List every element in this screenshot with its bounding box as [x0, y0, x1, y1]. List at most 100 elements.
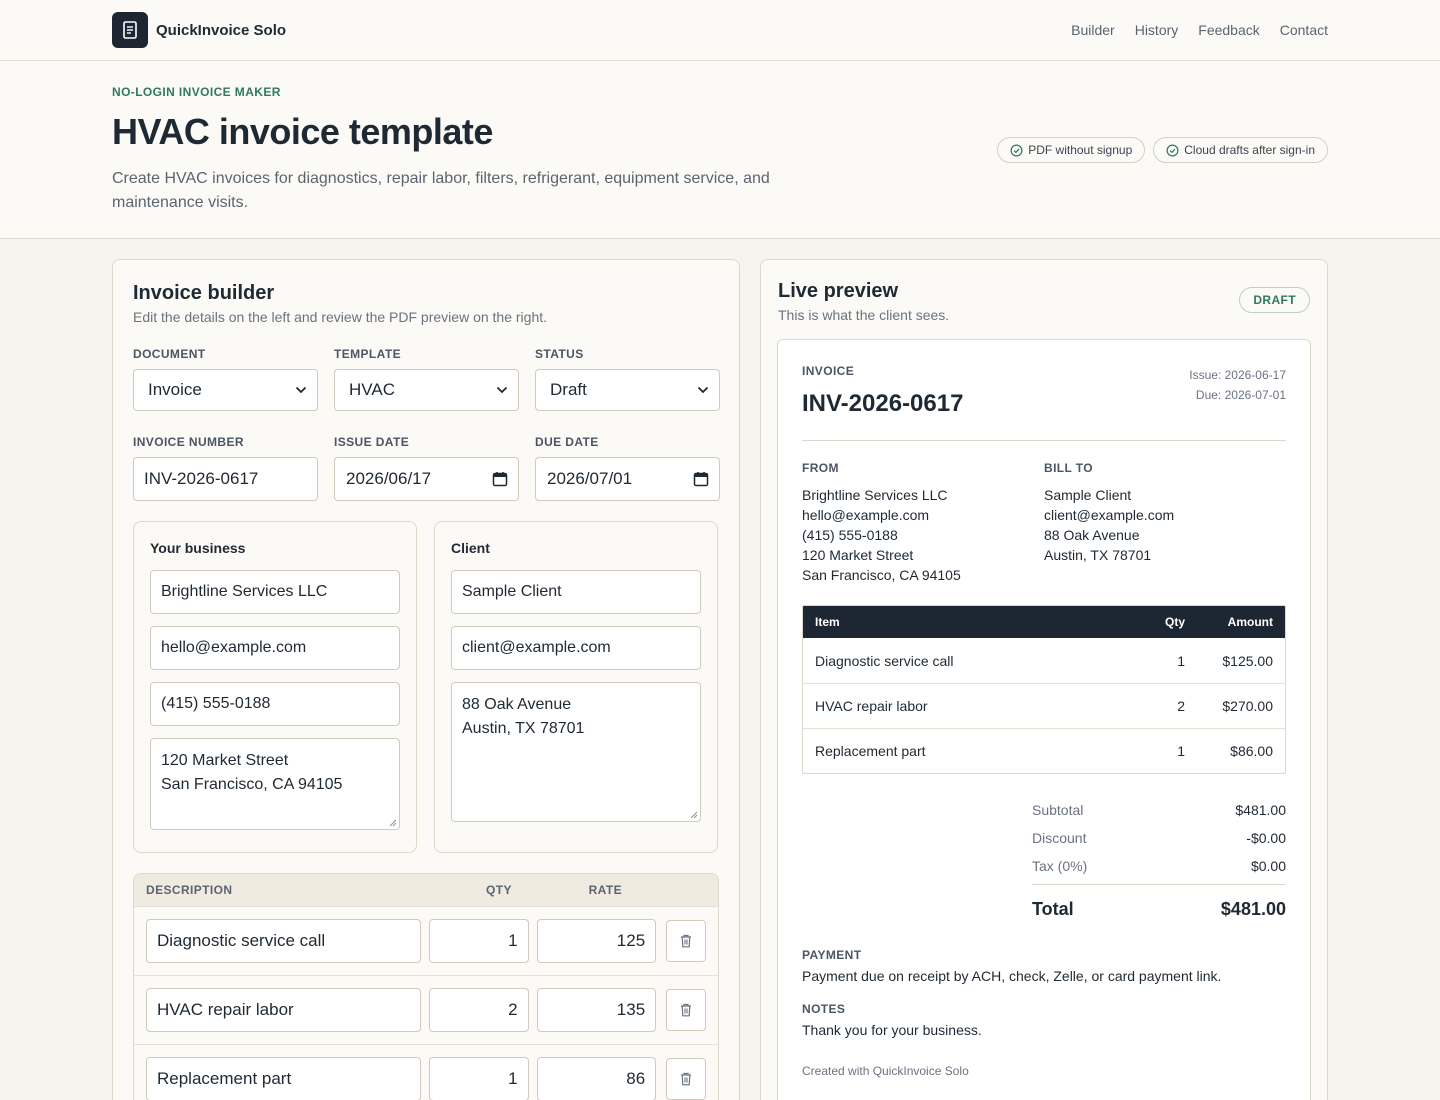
top-navigation-bar: QuickInvoice Solo Builder History Feedba… — [0, 0, 1440, 61]
row-qty: 1 — [1177, 652, 1185, 669]
row-qty: 2 — [1177, 698, 1185, 714]
nav-history-link[interactable]: History — [1135, 22, 1179, 38]
subtotal-value: $481.00 — [1235, 802, 1286, 818]
preview-subtitle: This is what the client sees. — [778, 307, 950, 323]
chevron-down-icon — [295, 386, 307, 394]
document-select[interactable]: Invoice — [133, 369, 318, 411]
invoice-parties: FROM Brightline Services LLC hello@examp… — [802, 461, 1286, 585]
status-badge: DRAFT — [1239, 287, 1310, 313]
line-item-row: Diagnostic service call 1 125 — [134, 906, 718, 975]
line-item-rate-input[interactable]: 135 — [536, 988, 657, 1032]
template-select[interactable]: HVAC — [334, 369, 519, 411]
row-item: Diagnostic service call — [815, 652, 954, 669]
row-item: Replacement part — [815, 743, 926, 759]
hero-description: Create HVAC invoices for diagnostics, re… — [112, 170, 770, 211]
amount-column-header: Amount — [1227, 615, 1273, 629]
client-card-title: Client — [451, 540, 490, 556]
calendar-icon[interactable] — [693, 471, 709, 487]
due-date-input[interactable]: 2026/07/01 — [535, 457, 720, 501]
total-value: $481.00 — [1220, 899, 1286, 919]
client-email-input[interactable]: client@example.com — [451, 626, 701, 670]
subtotal-label: Subtotal — [1032, 802, 1084, 818]
row-amount: $270.00 — [1222, 698, 1273, 714]
from-line: 120 Market Street — [802, 547, 914, 563]
business-phone-input[interactable]: (415) 555-0188 — [150, 682, 400, 726]
delete-line-item-button[interactable] — [666, 989, 706, 1031]
line-item-qty-input[interactable]: 2 — [428, 988, 529, 1032]
brand[interactable]: QuickInvoice Solo — [112, 12, 286, 48]
nav-feedback-link[interactable]: Feedback — [1198, 22, 1259, 38]
chevron-down-icon — [697, 386, 709, 394]
line-item-qty-input[interactable]: 1 — [428, 919, 529, 963]
line-items-header: DESCRIPTION QTY RATE — [134, 874, 718, 906]
line-item-rate-input[interactable]: 125 — [536, 919, 657, 963]
invoice-items-table: Item Qty Amount Diagnostic service call … — [802, 605, 1286, 774]
document-settings-row: DOCUMENT Invoice TEMPLATE HVAC STATUS Dr… — [133, 347, 720, 411]
template-value: HVAC — [349, 380, 395, 399]
item-column-header: Item — [815, 615, 840, 629]
main-content: Invoice builder Edit the details on the … — [0, 239, 1440, 1100]
line-item-description-input[interactable]: HVAC repair labor — [146, 988, 421, 1032]
nav-builder-link[interactable]: Builder — [1071, 22, 1115, 38]
line-item-description-input[interactable]: Diagnostic service call — [146, 919, 421, 963]
line-item-row: HVAC repair labor 2 135 — [134, 975, 718, 1044]
issue-date-input[interactable]: 2026/06/17 — [334, 457, 519, 501]
nav-contact-link[interactable]: Contact — [1280, 22, 1328, 38]
delete-line-item-button[interactable] — [666, 920, 706, 962]
address-line: 88 Oak Avenue — [462, 696, 572, 713]
preview-header: Live preview This is what the client see… — [777, 280, 1311, 323]
invoice-number: INV-2026-0617 — [802, 390, 964, 417]
invoice-document: INVOICE INV-2026-0617 Issue: 2026-06-17 … — [777, 339, 1311, 1100]
row-amount: $86.00 — [1230, 743, 1273, 759]
from-line: Brightline Services LLC — [802, 487, 948, 503]
invoice-dates: Issue: 2026-06-17 Due: 2026-07-01 — [1189, 365, 1286, 418]
invoice-number-label: INVOICE NUMBER — [133, 435, 244, 449]
notes-label: NOTES — [802, 1002, 846, 1016]
resize-grip-icon[interactable] — [389, 819, 397, 827]
business-name-input[interactable]: Brightline Services LLC — [150, 570, 400, 614]
qty-column-header: Qty — [1164, 615, 1185, 629]
check-circle-icon — [1166, 144, 1179, 156]
client-address-textarea[interactable]: 88 Oak Avenue Austin, TX 78701 — [451, 682, 701, 822]
status-label: STATUS — [535, 347, 584, 361]
live-preview-panel: Live preview This is what the client see… — [760, 259, 1328, 1100]
status-select[interactable]: Draft — [535, 369, 720, 411]
business-card-title: Your business — [150, 540, 246, 556]
resize-grip-icon[interactable] — [690, 811, 698, 819]
invoice-header: INVOICE INV-2026-0617 Issue: 2026-06-17 … — [802, 364, 1286, 441]
invoice-table-body: Diagnostic service call 1 $125.00 HVAC r… — [803, 638, 1285, 773]
due-date-label: DUE DATE — [535, 435, 599, 449]
preview-title: Live preview — [778, 280, 899, 302]
rate-column-header: RATE — [588, 883, 622, 897]
invoice-number-input[interactable]: INV-2026-0617 — [133, 457, 318, 501]
invoice-label: INVOICE — [802, 364, 855, 378]
row-item: HVAC repair labor — [815, 698, 928, 714]
business-address-textarea[interactable]: 120 Market Street San Francisco, CA 9410… — [150, 738, 400, 830]
discount-row: Discount -$0.00 — [1032, 824, 1286, 852]
line-item-qty-input[interactable]: 1 — [428, 1057, 529, 1100]
delete-line-item-button[interactable] — [666, 1058, 706, 1100]
line-item-rate-input[interactable]: 86 — [536, 1057, 657, 1100]
client-name-input[interactable]: Sample Client — [451, 570, 701, 614]
notes-text: Thank you for your business. — [802, 1022, 982, 1038]
business-email-input[interactable]: hello@example.com — [150, 626, 400, 670]
line-items-editor: DESCRIPTION QTY RATE Diagnostic service … — [133, 873, 719, 1100]
discount-label: Discount — [1032, 830, 1087, 846]
address-line: 120 Market Street — [161, 752, 289, 769]
calendar-icon[interactable] — [492, 471, 508, 487]
address-line: Austin, TX 78701 — [462, 720, 585, 737]
invoice-builder-panel: Invoice builder Edit the details on the … — [112, 259, 740, 1100]
invoice-meta-row: INVOICE NUMBER INV-2026-0617 ISSUE DATE … — [133, 435, 720, 501]
document-icon — [112, 12, 148, 48]
payment-text: Payment due on receipt by ACH, check, Ze… — [802, 968, 1222, 984]
document-label: DOCUMENT — [133, 347, 206, 361]
bill-to-line: client@example.com — [1044, 507, 1175, 523]
line-item-description-input[interactable]: Replacement part — [146, 1057, 421, 1100]
table-row: Replacement part 1 $86.00 — [803, 728, 1285, 773]
builder-subtitle: Edit the details on the left and review … — [133, 309, 548, 325]
badge-label: PDF without signup — [1028, 143, 1133, 157]
builder-title: Invoice builder — [133, 282, 275, 304]
total-label: Total — [1032, 899, 1074, 919]
tax-value: $0.00 — [1250, 858, 1286, 874]
bill-to-line: 88 Oak Avenue — [1044, 527, 1140, 543]
